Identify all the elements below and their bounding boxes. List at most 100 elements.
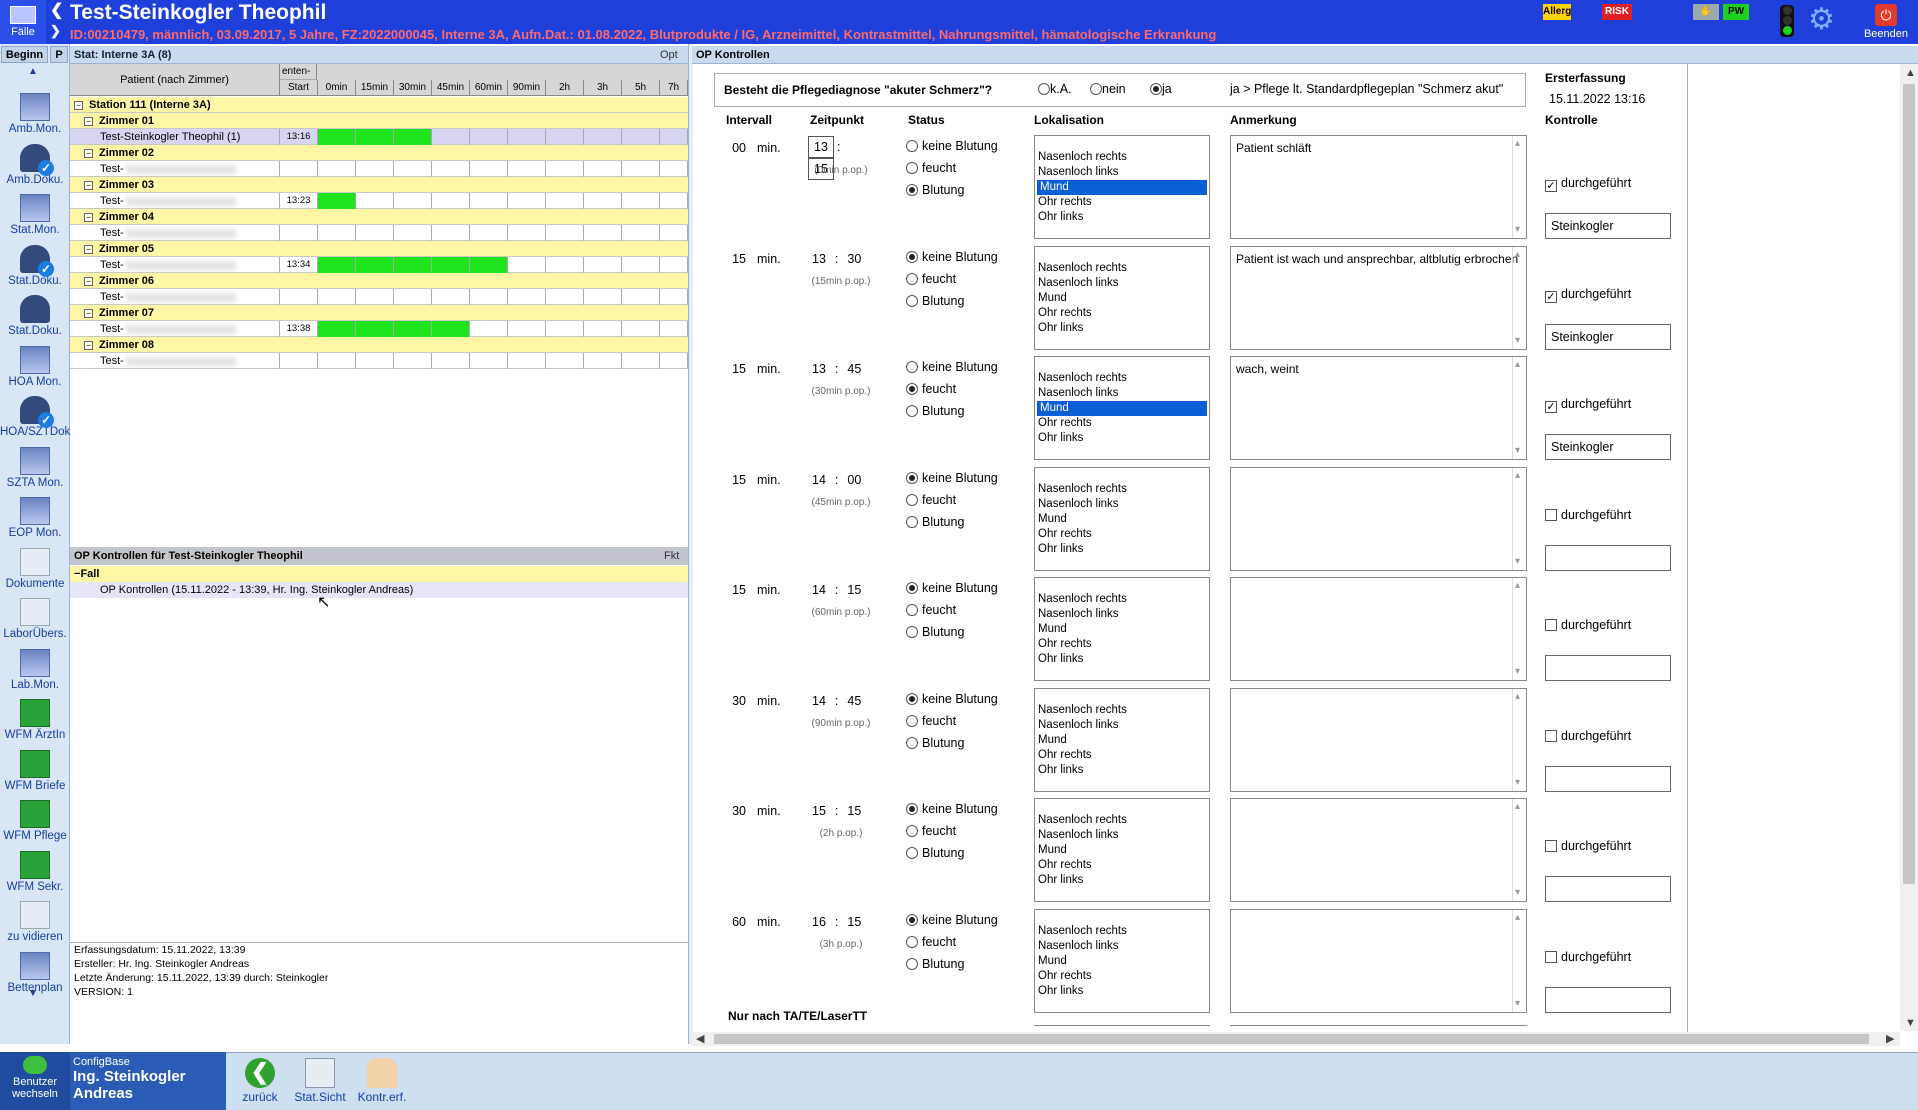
radio-icon[interactable] bbox=[906, 825, 918, 837]
status-option[interactable]: Blutung bbox=[906, 953, 964, 975]
lokalisation-list[interactable]: Nasenloch rechts Nasenloch links Mund Ohr r… bbox=[1034, 798, 1210, 902]
status-option[interactable]: Blutung bbox=[906, 842, 964, 864]
toolbar-item[interactable]: Amb.Mon. bbox=[0, 93, 70, 135]
lokalisation-option[interactable]: Mund bbox=[1037, 180, 1207, 195]
kontrolle-name-input[interactable] bbox=[1545, 544, 1671, 571]
lokalisation-list[interactable]: Nasenloch rechts Nasenloch links Mund Ohr r… bbox=[1034, 466, 1210, 571]
radio-icon[interactable] bbox=[906, 162, 918, 174]
lokalisation-option[interactable]: Nasenloch rechts bbox=[1035, 813, 1209, 828]
room-row[interactable]: − Zimmer 05 bbox=[70, 241, 688, 257]
lokalisation-option[interactable]: Mund bbox=[1035, 622, 1209, 637]
lokalisation-option[interactable]: Nasenloch rechts bbox=[1035, 592, 1209, 607]
status-option[interactable]: keine Blutung bbox=[906, 909, 998, 931]
collapse-icon[interactable]: − bbox=[84, 116, 93, 126]
patient-row[interactable]: Test- 13:34 bbox=[70, 257, 688, 273]
toolbar-item[interactable]: SZTA Mon. bbox=[0, 446, 70, 489]
kontrolle-name-input[interactable]: Steinkogler bbox=[1545, 323, 1671, 350]
status-option[interactable]: Blutung bbox=[906, 400, 964, 422]
lokalisation-option[interactable]: Mund bbox=[1035, 733, 1209, 748]
fkt-button[interactable]: Fkt bbox=[664, 547, 679, 565]
toolbar-item[interactable]: zu vidieren bbox=[0, 901, 70, 943]
patient-row[interactable]: Test- bbox=[70, 289, 688, 305]
radio-icon[interactable] bbox=[906, 250, 918, 263]
lokalisation-option[interactable]: Ohr links bbox=[1035, 984, 1209, 999]
op-kontrolle-item[interactable]: OP Kontrollen (15.11.2022 - 13:39, Hr. I… bbox=[70, 582, 688, 598]
zeitpunkt[interactable]: 15:15 bbox=[808, 804, 868, 818]
lokalisation-option[interactable]: Ohr links bbox=[1035, 321, 1209, 336]
status-option[interactable]: feucht bbox=[906, 820, 956, 842]
lokalisation-option[interactable]: Mund bbox=[1035, 291, 1209, 306]
collapse-icon[interactable]: − bbox=[84, 340, 93, 350]
lokalisation-option[interactable]: Nasenloch links bbox=[1035, 939, 1209, 954]
anmerkung-scrollbar[interactable] bbox=[1512, 357, 1526, 459]
kontrolle-name-input[interactable]: Steinkogler bbox=[1545, 434, 1671, 460]
allergy-badge[interactable]: Allerg bbox=[1543, 4, 1571, 20]
lokalisation-option[interactable]: Nasenloch rechts bbox=[1035, 371, 1209, 386]
lokalisation-option[interactable]: Nasenloch links bbox=[1035, 497, 1209, 512]
vertical-scroll-thumb[interactable] bbox=[1903, 84, 1915, 884]
room-row[interactable]: − Zimmer 03 bbox=[70, 177, 688, 193]
lokalisation-option[interactable]: Ohr rechts bbox=[1035, 306, 1209, 321]
toolbar-item[interactable]: HOA/SZTDok bbox=[0, 396, 70, 438]
lokalisation-list[interactable]: Nasenloch rechts Nasenloch links Mund Ohr r… bbox=[1034, 245, 1210, 350]
room-row[interactable]: − Zimmer 08 bbox=[70, 337, 688, 353]
pw-badge[interactable]: PW bbox=[1723, 4, 1749, 20]
collapse-icon[interactable]: − bbox=[84, 276, 93, 286]
durchgefuehrt-checkbox[interactable]: durchgeführt bbox=[1545, 729, 1631, 743]
diagnose-option[interactable]: k.A. bbox=[1038, 82, 1072, 96]
status-option[interactable]: feucht bbox=[906, 710, 956, 732]
lokalisation-option[interactable]: Nasenloch links bbox=[1035, 276, 1209, 291]
durchgefuehrt-checkbox[interactable]: durchgeführt bbox=[1545, 508, 1631, 522]
status-option[interactable]: Blutung bbox=[906, 290, 964, 312]
patient-row[interactable]: Test- bbox=[70, 161, 688, 177]
anmerkung-scrollbar[interactable] bbox=[1512, 909, 1526, 1012]
diagnose-option[interactable]: nein bbox=[1090, 82, 1126, 96]
status-option[interactable]: keine Blutung bbox=[906, 798, 998, 820]
radio-icon[interactable] bbox=[906, 184, 918, 196]
patient-row[interactable]: Test- 13:38 bbox=[70, 321, 688, 337]
lokalisation-list[interactable]: Nasenloch rechts Nasenloch links Mund Ohr r… bbox=[1034, 135, 1210, 239]
lokalisation-option[interactable]: Mund bbox=[1035, 954, 1209, 969]
toolbar-item[interactable]: Stat.Mon. bbox=[0, 194, 70, 236]
toolbar-item[interactable]: Stat.Doku. bbox=[0, 244, 70, 287]
lokalisation-option[interactable]: Ohr rechts bbox=[1035, 416, 1209, 431]
status-option[interactable]: keine Blutung bbox=[906, 356, 998, 378]
collapse-icon[interactable]: − bbox=[74, 100, 83, 110]
lokalisation-option[interactable]: Ohr links bbox=[1035, 431, 1209, 446]
lokalisation-option[interactable]: Nasenloch links bbox=[1035, 386, 1209, 401]
lokalisation-list[interactable]: Nasenloch rechts Nasenloch links Mund Ohr r… bbox=[1034, 356, 1210, 460]
anmerkung-scrollbar[interactable] bbox=[1512, 136, 1526, 238]
lokalisation-list[interactable]: Nasenloch rechts Nasenloch links Mund Ohr r… bbox=[1034, 687, 1210, 792]
lokalisation-option[interactable]: Ohr rechts bbox=[1035, 969, 1209, 984]
collapse-icon[interactable]: − bbox=[84, 148, 93, 158]
lokalisation-option[interactable]: Ohr links bbox=[1035, 210, 1209, 225]
patient-row[interactable]: Test-Steinkogler Theophil (1) 13:16 bbox=[70, 129, 688, 145]
radio-icon[interactable] bbox=[1090, 83, 1102, 95]
anmerkung-textarea[interactable] bbox=[1230, 687, 1527, 792]
horizontal-scroll-thumb[interactable] bbox=[714, 1034, 1869, 1044]
fall-row[interactable]: −Fall bbox=[70, 566, 688, 582]
toolbar-item[interactable]: WFM Pflege bbox=[0, 800, 70, 842]
status-option[interactable]: Blutung bbox=[906, 621, 964, 643]
zeitpunkt[interactable]: 13:45 bbox=[808, 362, 868, 376]
lokalisation-option[interactable]: Nasenloch rechts bbox=[1035, 924, 1209, 939]
room-row[interactable]: − Zimmer 07 bbox=[70, 305, 688, 321]
kontr-erf-button[interactable]: Kontr.erf. bbox=[352, 1058, 412, 1104]
anmerkung-scrollbar[interactable] bbox=[1512, 578, 1526, 680]
lokalisation-option[interactable]: Ohr rechts bbox=[1035, 195, 1209, 210]
stat-sicht-button[interactable]: Stat.Sicht bbox=[290, 1058, 350, 1104]
toolbar-item[interactable]: LaborÜbers. bbox=[0, 598, 70, 640]
status-option[interactable]: keine Blutung bbox=[906, 577, 998, 599]
anmerkung-textarea[interactable]: Patient schläft bbox=[1230, 135, 1527, 239]
checkbox-icon[interactable] bbox=[1545, 840, 1557, 852]
status-option[interactable]: Blutung bbox=[906, 732, 964, 754]
status-option[interactable]: Blutung bbox=[906, 511, 964, 533]
radio-icon[interactable] bbox=[906, 736, 918, 749]
hour-input[interactable]: 13 bbox=[808, 136, 834, 158]
durchgefuehrt-checkbox[interactable]: ✓ durchgeführt bbox=[1545, 176, 1631, 192]
lokalisation-option[interactable]: Nasenloch rechts bbox=[1035, 150, 1209, 165]
tab-beginn[interactable]: Beginn bbox=[1, 46, 48, 63]
radio-icon[interactable] bbox=[906, 582, 918, 594]
radio-icon[interactable] bbox=[906, 493, 918, 506]
collapse-icon[interactable]: − bbox=[84, 244, 93, 254]
